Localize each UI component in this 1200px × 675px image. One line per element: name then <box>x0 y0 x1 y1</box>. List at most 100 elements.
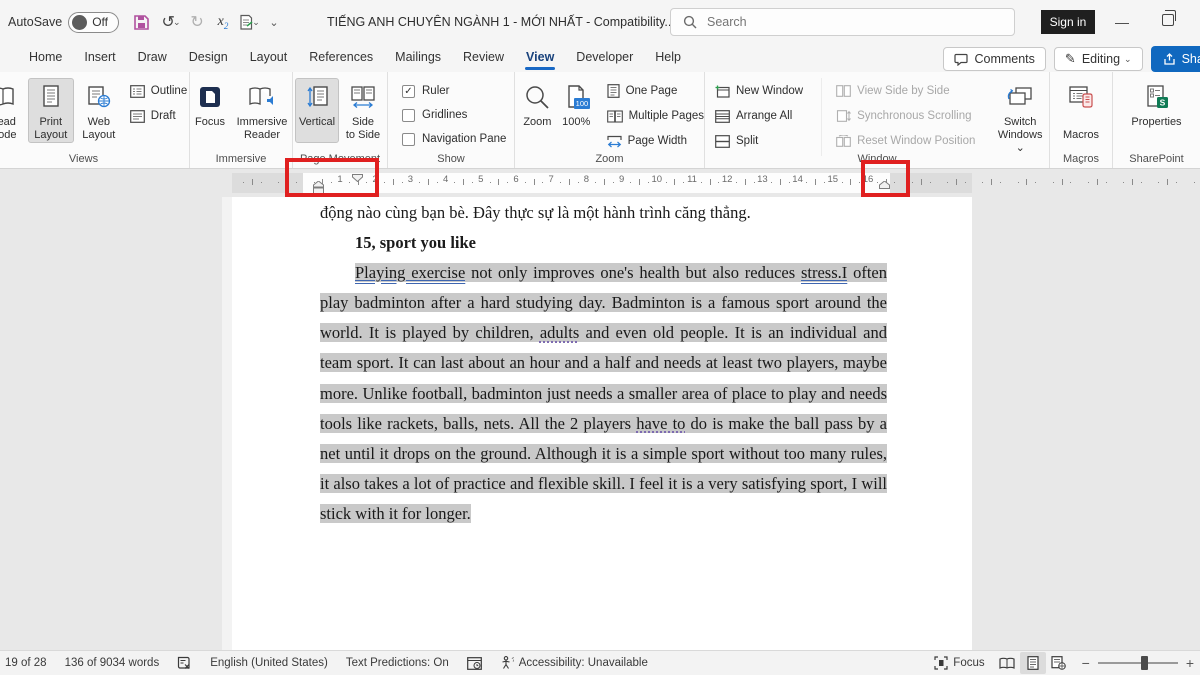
focus-mode-button[interactable]: Focus <box>925 656 993 670</box>
vertical-ruler[interactable] <box>222 197 232 650</box>
tab-review[interactable]: Review <box>452 45 515 71</box>
gridlines-checkbox[interactable]: Gridlines <box>402 106 514 124</box>
ruler-checkbox-box[interactable]: ✓ <box>402 85 415 98</box>
customize-qat-button[interactable]: ⌄ <box>263 9 287 35</box>
tab-developer[interactable]: Developer <box>565 45 644 71</box>
proofing-status[interactable] <box>168 656 201 670</box>
ruler-tick <box>745 179 746 185</box>
ruler-checkbox[interactable]: ✓ Ruler <box>402 82 514 100</box>
word-count[interactable]: 136 of 9034 words <box>56 657 169 669</box>
print-layout-view-button[interactable] <box>1020 652 1046 674</box>
properties-icon: S <box>1144 82 1170 112</box>
navigation-pane-checkbox[interactable]: Navigation Pane <box>402 130 514 148</box>
page-indicator[interactable]: 19 of 28 <box>0 657 56 669</box>
undo-button[interactable]: ↺⌄ <box>159 9 183 35</box>
search-bar[interactable] <box>670 8 1015 36</box>
annotation-box-left-indent <box>285 158 379 197</box>
tab-mailings[interactable]: Mailings <box>384 45 452 71</box>
paragraph-intro[interactable]: động nào cùng bạn bè. Đây thực sự là một… <box>320 197 887 228</box>
ruler-tick <box>701 182 702 183</box>
arrange-all-button[interactable]: Arrange All <box>715 107 803 125</box>
horizontal-ruler[interactable]: 12345678910111213141516 <box>0 169 1200 197</box>
one-page-button[interactable]: One Page <box>607 82 704 100</box>
read-mode-view-button[interactable] <box>994 652 1020 674</box>
document-updates-status[interactable] <box>458 657 491 670</box>
zoom-100-button[interactable]: 100 100% <box>558 78 595 150</box>
side-to-side-button[interactable]: Side to Side <box>341 78 385 143</box>
zoom-control: − + <box>1082 655 1194 671</box>
text-segment-plain[interactable]: not only improves one's health but also … <box>465 263 801 282</box>
print-layout-button[interactable]: Print Layout <box>28 78 74 143</box>
gridlines-checkbox-box[interactable] <box>402 109 415 122</box>
zoom-in-button[interactable]: + <box>1186 655 1194 671</box>
read-mode-button[interactable]: Read Mode <box>0 78 26 143</box>
ruler-tick <box>604 179 605 185</box>
text-segment-refine[interactable]: have to <box>636 414 685 433</box>
focus-mode-icon <box>934 656 948 670</box>
properties-button[interactable]: S Properties <box>1126 78 1188 130</box>
web-layout-icon <box>87 82 111 112</box>
zoom-slider-thumb[interactable] <box>1141 656 1148 670</box>
text-segment-refine[interactable]: adults <box>540 323 579 342</box>
tab-draw[interactable]: Draw <box>127 45 178 71</box>
zoom-out-button[interactable]: − <box>1082 655 1090 671</box>
tab-design[interactable]: Design <box>178 45 239 71</box>
vertical-icon <box>305 82 329 112</box>
multiple-pages-button[interactable]: Multiple Pages <box>607 107 704 125</box>
accessibility-status[interactable]: ? Accessibility: Unavailable <box>491 656 657 670</box>
page-width-button[interactable]: Page Width <box>607 132 704 150</box>
group-immersive-label: Immersive <box>190 153 292 165</box>
ruler-tick <box>754 182 755 183</box>
vertical-button[interactable]: Vertical <box>295 78 339 143</box>
ruler-tick <box>595 182 596 183</box>
immersive-reader-button[interactable]: Immersive Reader <box>232 78 292 143</box>
group-macros-label: Macros <box>1050 153 1112 165</box>
tab-references[interactable]: References <box>298 45 384 71</box>
document-page[interactable]: động nào cùng bạn bè. Đây thực sự là một… <box>232 197 972 650</box>
zoom-slider[interactable] <box>1098 662 1178 664</box>
arrange-all-label: Arrange All <box>736 110 792 122</box>
draft-button[interactable]: Draft <box>130 107 187 125</box>
minimize-button[interactable]: — <box>1112 12 1132 32</box>
tab-home[interactable]: Home <box>18 45 73 71</box>
editing-dropdown[interactable]: ✎ Editing ⌄ <box>1054 47 1143 71</box>
ruler-tick <box>912 182 913 183</box>
ruler-tick <box>630 182 631 183</box>
share-button[interactable]: Shar <box>1151 46 1200 72</box>
undo-chevron-icon[interactable]: ⌄ <box>173 17 181 28</box>
ruler-tick <box>1053 182 1054 183</box>
tab-view[interactable]: View <box>515 45 565 71</box>
save-button[interactable] <box>129 9 153 35</box>
language-status[interactable]: English (United States) <box>201 657 337 669</box>
web-layout-button[interactable]: Web Layout <box>76 78 122 143</box>
paragraph-heading[interactable]: 15, sport you like <box>320 228 887 258</box>
quick-command-button[interactable]: ⌄ <box>237 9 261 35</box>
navigation-pane-checkbox-box[interactable] <box>402 133 415 146</box>
autosave-toggle[interactable]: Off <box>68 12 119 33</box>
quick-command-chevron-icon[interactable]: ⌄ <box>252 17 260 28</box>
vertical-label: Vertical <box>299 116 335 129</box>
text-segment-grammar[interactable]: stress.I <box>801 263 847 282</box>
subscript-button[interactable]: x2 <box>211 9 235 35</box>
search-input[interactable] <box>707 15 967 29</box>
outline-button[interactable]: Outline <box>130 82 187 100</box>
switch-windows-button[interactable]: Switch Windows ⌄ <box>991 78 1049 156</box>
selected-paragraph[interactable]: Playing exercise not only improves one's… <box>320 258 887 529</box>
focus-button[interactable]: Focus <box>190 78 230 143</box>
ruler-tick <box>780 179 781 185</box>
new-window-button[interactable]: New Window <box>715 82 803 100</box>
text-segment-grammar[interactable]: Playing exercise <box>355 263 465 282</box>
restore-button[interactable] <box>1162 14 1174 26</box>
autosave-control[interactable]: AutoSave Off <box>8 12 119 33</box>
split-button[interactable]: Split <box>715 132 803 150</box>
web-layout-view-button[interactable] <box>1046 652 1072 674</box>
comments-button[interactable]: Comments <box>943 47 1045 71</box>
ruler-tick <box>806 182 807 183</box>
tab-layout[interactable]: Layout <box>239 45 299 71</box>
sign-in-button[interactable]: Sign in <box>1041 10 1095 34</box>
zoom-button[interactable]: Zoom <box>519 78 556 150</box>
focus-icon <box>198 82 222 112</box>
text-predictions-status[interactable]: Text Predictions: On <box>337 657 458 669</box>
tab-help[interactable]: Help <box>644 45 692 71</box>
tab-insert[interactable]: Insert <box>73 45 126 71</box>
